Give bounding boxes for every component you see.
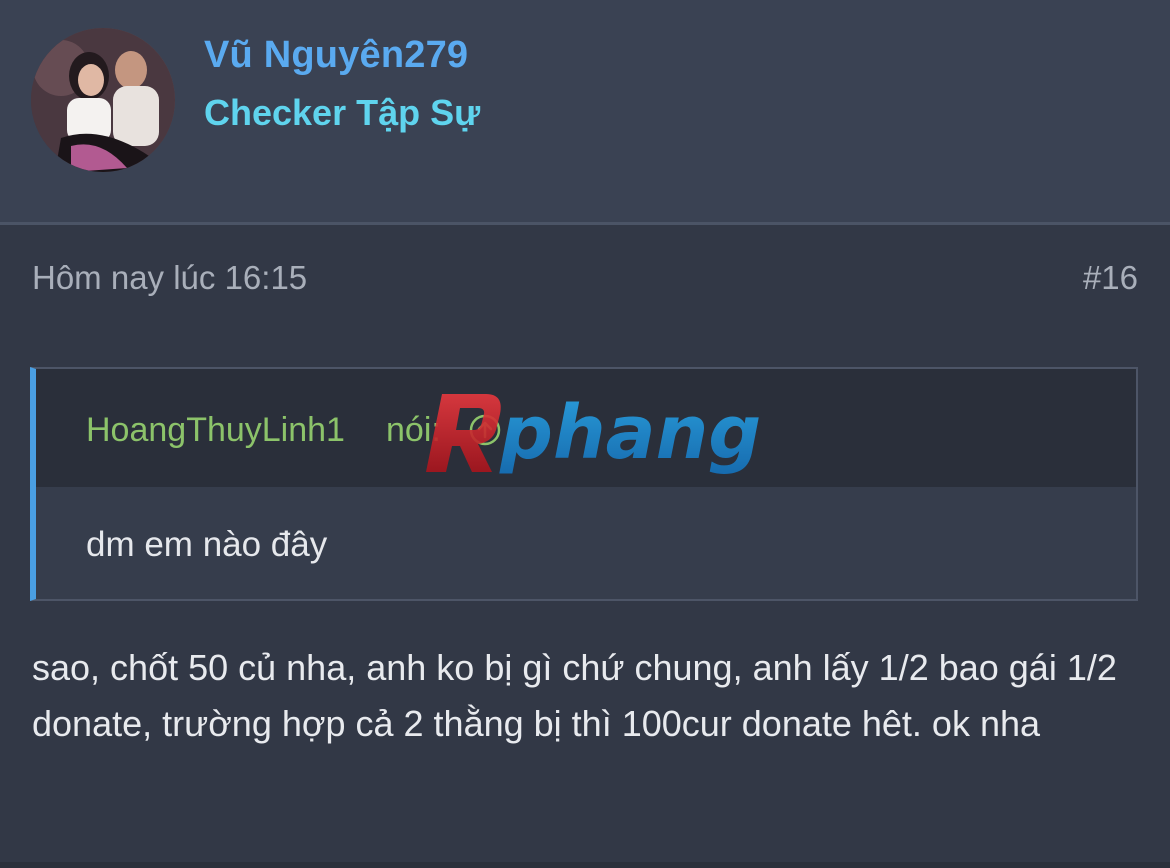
post-time[interactable]: Hôm nay lúc 16:15 bbox=[32, 259, 307, 297]
post-message: sao, chốt 50 củ nha, anh ko bị gì chứ ch… bbox=[32, 647, 1117, 744]
post-bottom-divider bbox=[0, 862, 1170, 868]
quote-header: HoangThuyLinh1 nói: bbox=[36, 369, 1136, 487]
quote-text: dm em nào đây bbox=[86, 525, 328, 564]
user-title: Checker Tập Sự bbox=[204, 92, 481, 133]
quote-says-label: nói: bbox=[386, 411, 441, 449]
quote-block: HoangThuyLinh1 nói: dm em nào đây bbox=[30, 367, 1138, 601]
quote-author[interactable]: HoangThuyLinh1 bbox=[86, 411, 345, 450]
post-number[interactable]: #16 bbox=[1083, 259, 1138, 297]
user-header: Vũ Nguyên279 Checker Tập Sự bbox=[0, 0, 1170, 222]
quote-body: dm em nào đây bbox=[36, 487, 1136, 599]
header-divider bbox=[0, 222, 1170, 225]
arrow-up-circle-icon[interactable] bbox=[468, 413, 502, 447]
avatar-photo bbox=[31, 28, 175, 172]
username[interactable]: Vũ Nguyên279 bbox=[204, 34, 468, 77]
user-avatar[interactable] bbox=[31, 28, 175, 172]
